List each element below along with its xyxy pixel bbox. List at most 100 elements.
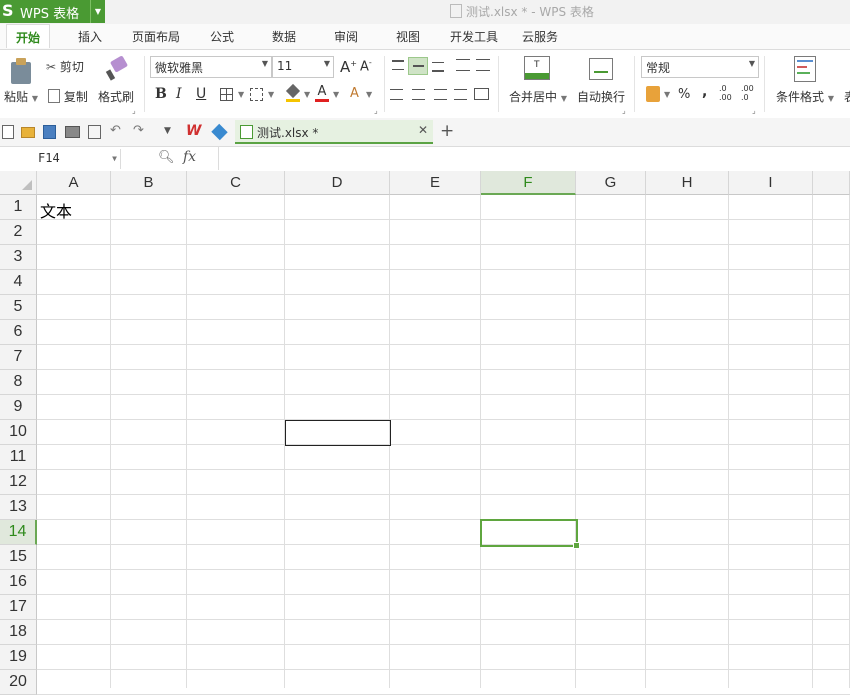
percent-button[interactable]: % [678,87,690,102]
wrap-text-icon[interactable] [589,58,613,80]
open-folder-icon[interactable] [21,127,35,138]
cell-style-icon[interactable] [250,88,263,101]
select-all-corner[interactable] [0,171,37,195]
currency-icon[interactable] [646,86,660,102]
increase-indent-icon[interactable] [476,59,490,71]
fill-handle[interactable] [573,542,580,549]
format-painter-icon[interactable] [105,55,130,82]
tab-view[interactable]: 视图 [396,28,420,45]
column-header-h[interactable]: H [646,171,729,195]
save-icon[interactable] [43,125,56,139]
close-icon[interactable]: ✕ [418,123,428,137]
row-header-7[interactable]: 7 [0,345,37,370]
chevron-down-icon[interactable]: ▼ [366,90,372,99]
row-header-19[interactable]: 19 [0,645,37,670]
row-header-18[interactable]: 18 [0,620,37,645]
document-tab[interactable]: 测试.xlsx * ✕ [235,120,433,144]
row-header-9[interactable]: 9 [0,395,37,420]
chevron-down-icon[interactable]: ▼ [112,154,117,163]
redo-icon[interactable]: ↷ [133,123,144,138]
column-header-e[interactable]: E [390,171,481,195]
dialog-launcher-icon[interactable]: ⌟ [752,106,756,115]
align-left-icon[interactable] [390,89,403,100]
row-header-15[interactable]: 15 [0,545,37,570]
row-header-8[interactable]: 8 [0,370,37,395]
cut-button[interactable]: ✂ 剪切 [46,58,84,75]
chevron-down-icon[interactable]: ▼ [90,0,105,23]
column-header-b[interactable]: B [111,171,187,195]
new-tab-icon[interactable]: + [440,121,454,141]
align-middle-icon[interactable] [408,57,428,75]
align-center-icon[interactable] [412,89,425,100]
borders-icon[interactable] [220,88,233,101]
column-header-g[interactable]: G [576,171,646,195]
row-header-3[interactable]: 3 [0,245,37,270]
customize-toolbar-icon[interactable]: ▼ [164,126,171,136]
conditional-format-button[interactable]: 条件格式 ▼ [776,88,834,105]
name-box[interactable]: F14 ▼ [0,149,121,169]
column-header-f[interactable]: F [481,171,576,195]
row-header-1[interactable]: 1 [0,195,37,220]
row-header-6[interactable]: 6 [0,320,37,345]
chevron-down-icon[interactable]: ▼ [304,90,310,99]
bold-button[interactable]: B [155,86,167,102]
tab-page-layout[interactable]: 页面布局 [132,28,180,45]
row-header-16[interactable]: 16 [0,570,37,595]
function-button[interactable]: fx [183,149,196,165]
distribute-icon[interactable] [474,88,489,100]
zoom-search-icon[interactable]: 🔍︎ [158,150,175,165]
align-right-icon[interactable] [434,89,447,100]
wrap-text-button[interactable]: 自动换行 [577,88,625,105]
format-painter-button[interactable]: 格式刷 [98,88,134,105]
number-format-select[interactable]: 常规 ▼ [641,56,759,78]
align-bottom-icon[interactable] [432,62,444,72]
row-header-10[interactable]: 10 [0,420,37,445]
chevron-down-icon[interactable]: ▼ [664,90,670,99]
wps-home-icon[interactable]: W [186,123,201,139]
fill-color-icon[interactable] [285,83,301,102]
row-header-11[interactable]: 11 [0,445,37,470]
tab-developer[interactable]: 开发工具 [450,28,498,45]
tab-home[interactable]: 开始 [6,24,51,48]
row-header-2[interactable]: 2 [0,220,37,245]
tab-formulas[interactable]: 公式 [210,28,234,45]
cell-d10-border[interactable] [285,420,391,446]
dialog-launcher-icon[interactable]: ⌟ [374,106,378,115]
row-header-4[interactable]: 4 [0,270,37,295]
conditional-format-icon[interactable] [794,56,816,82]
tab-data[interactable]: 数据 [272,28,296,45]
row-header-12[interactable]: 12 [0,470,37,495]
font-color-icon[interactable]: A [315,84,329,102]
column-header-i[interactable]: I [729,171,813,195]
formula-input[interactable] [218,147,850,170]
column-header[interactable] [813,171,850,195]
new-file-icon[interactable] [2,125,14,139]
decrease-font-icon[interactable]: A- [360,58,372,74]
paste-button[interactable]: 粘贴 ▼ [4,88,38,105]
paste-icon[interactable] [9,58,33,84]
row-header-5[interactable]: 5 [0,295,37,320]
row-header-14[interactable]: 14 [0,520,37,545]
chevron-down-icon[interactable]: ▼ [238,90,244,99]
tab-cloud[interactable]: 云服务 [522,28,558,45]
dialog-launcher-icon[interactable]: ⌟ [132,106,136,115]
font-name-select[interactable]: 微软雅黑 ▼ [150,56,272,78]
increase-decimal-icon[interactable]: .0.00 [719,84,732,102]
column-header-d[interactable]: D [285,171,390,195]
decrease-decimal-icon[interactable]: .00.0 [741,84,754,102]
row-header-17[interactable]: 17 [0,595,37,620]
copy-button[interactable]: 复制 [48,88,88,105]
clear-format-icon[interactable]: A [350,86,359,101]
print-preview-icon[interactable] [88,125,101,139]
merge-center-button[interactable]: 合并居中 ▼ [509,88,567,105]
column-header-c[interactable]: C [187,171,285,195]
undo-icon[interactable]: ↶ [110,123,121,138]
tab-review[interactable]: 审阅 [334,28,358,45]
app-menu-button[interactable]: S WPS 表格 ▼ [0,0,105,23]
cloud-docs-icon[interactable] [211,123,228,141]
align-top-icon[interactable] [392,60,404,70]
cell-a1[interactable]: 文本 [40,198,72,222]
justify-icon[interactable] [454,89,467,100]
dialog-launcher-icon[interactable]: ⌟ [622,106,626,115]
underline-button[interactable]: U [196,86,206,102]
